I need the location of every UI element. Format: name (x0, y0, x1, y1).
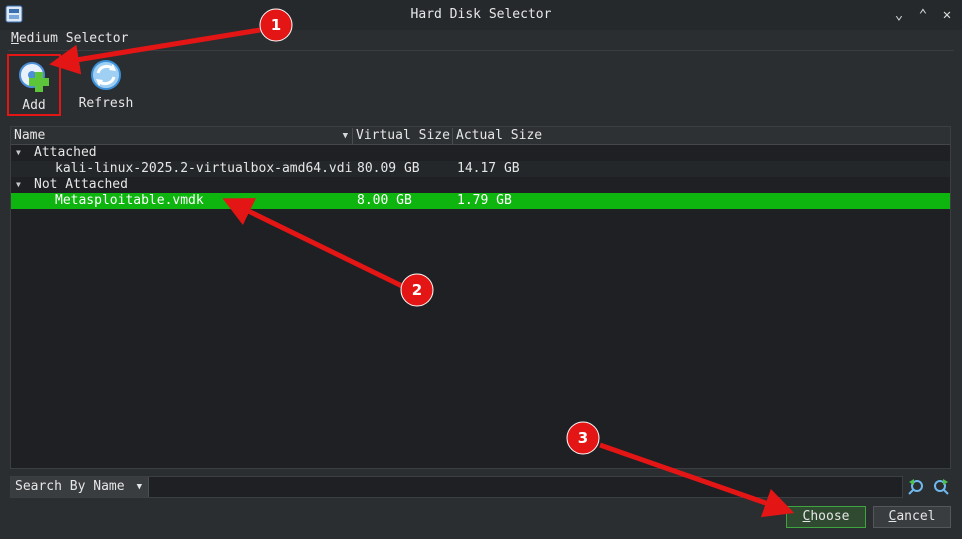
group-row-not-attached[interactable]: ▼ Not Attached (11, 177, 950, 193)
add-button[interactable]: Add (7, 54, 61, 116)
expand-arrow-icon[interactable]: ▼ (16, 180, 21, 189)
search-previous-icon[interactable] (907, 478, 925, 496)
maximize-icon[interactable]: ⌃ (914, 6, 932, 24)
cancel-button[interactable]: Cancel (873, 506, 951, 528)
add-label: Add (22, 98, 46, 113)
column-header-virtual-size[interactable]: Virtual Size (353, 128, 453, 144)
row-actual-size: 14.17 GB (457, 161, 520, 176)
refresh-button[interactable]: Refresh (72, 54, 140, 116)
add-disk-icon (19, 62, 49, 92)
table-header: Name ▼ Virtual Size Actual Size (11, 127, 950, 145)
search-next-icon[interactable] (932, 478, 950, 496)
sort-down-icon: ▼ (342, 131, 348, 141)
window-title: Hard Disk Selector (410, 7, 552, 22)
search-bar: Search By Name ▼ (10, 476, 903, 498)
title-bar: Hard Disk Selector ⌄ ⌃ ✕ (0, 0, 962, 31)
expand-arrow-icon[interactable]: ▼ (16, 148, 21, 157)
row-virtual-size: 80.09 GB (357, 161, 420, 176)
row-actual-size: 1.79 GB (457, 193, 512, 208)
menu-bar: Medium Selector (0, 30, 962, 50)
row-name: Metasploitable.vmdk (55, 193, 204, 208)
group-row-attached[interactable]: ▼ Attached (11, 145, 950, 161)
table-row[interactable]: kali-linux-2025.2-virtualbox-amd64.vdi 8… (11, 161, 950, 177)
table-row-selected[interactable]: Metasploitable.vmdk 8.00 GB 1.79 GB (11, 193, 950, 209)
medium-tree[interactable]: Name ▼ Virtual Size Actual Size ▼ Attach… (10, 126, 951, 469)
search-mode-select[interactable]: Search By Name ▼ (11, 477, 149, 497)
row-name: kali-linux-2025.2-virtualbox-amd64.vdi (55, 161, 353, 176)
dropdown-arrow-icon: ▼ (136, 482, 142, 492)
refresh-icon (91, 60, 121, 90)
choose-button[interactable]: Choose (786, 506, 866, 528)
close-icon[interactable]: ✕ (938, 6, 956, 24)
column-header-name[interactable]: Name ▼ (11, 128, 353, 144)
menu-medium-selector[interactable]: Medium Selector (11, 31, 128, 46)
column-header-actual-size[interactable]: Actual Size (453, 128, 950, 144)
toolbar-divider (8, 50, 954, 51)
search-input[interactable] (151, 478, 903, 498)
minimize-icon[interactable]: ⌄ (890, 6, 908, 24)
refresh-label: Refresh (78, 96, 134, 111)
row-virtual-size: 8.00 GB (357, 193, 412, 208)
